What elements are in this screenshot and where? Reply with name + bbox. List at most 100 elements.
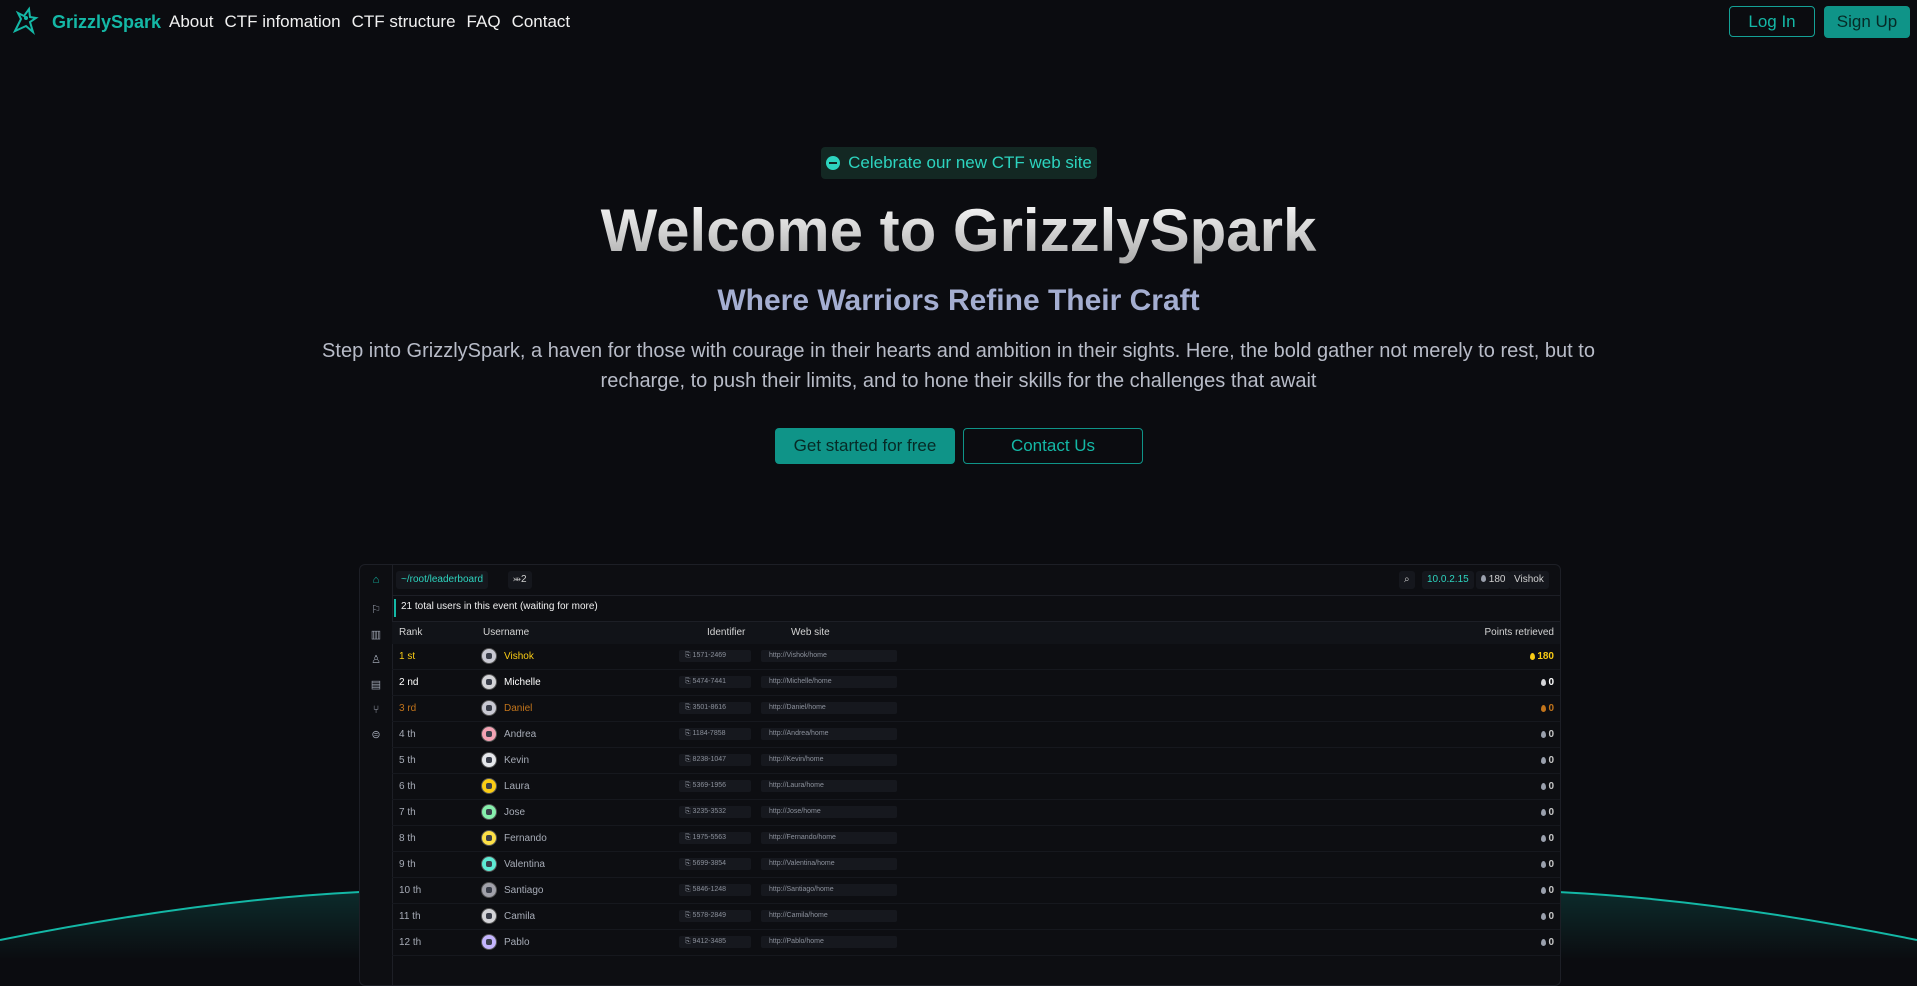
table-row[interactable]: 12 th Pablo ⎘ 9412-3485 http://Pablo/home 0	[392, 930, 1560, 956]
website-cell[interactable]: http://Camila/home	[761, 910, 897, 922]
table-row[interactable]: 4 th Andrea ⎘ 1184-7858 http://Andrea/home 0	[392, 722, 1560, 748]
col-identifier[interactable]: Identifier	[707, 627, 745, 638]
website-cell[interactable]: http://Laura/home	[761, 780, 897, 792]
get-started-button[interactable]: Get started for free	[775, 428, 955, 464]
rank-cell: 10 th	[399, 885, 422, 896]
grizzly-logo-icon[interactable]	[9, 5, 41, 37]
avatar[interactable]	[481, 882, 497, 898]
avatar[interactable]	[481, 674, 497, 690]
identifier-cell: ⎘ 3235-3532	[679, 806, 751, 818]
username-cell[interactable]: Andrea	[504, 729, 536, 740]
username-cell[interactable]: Michelle	[504, 677, 541, 688]
website-cell[interactable]: http://Michelle/home	[761, 676, 897, 688]
identifier-value: 3235-3532	[692, 808, 727, 815]
table-row[interactable]: 7 th Jose ⎘ 3235-3532 http://Jose/home 0	[392, 800, 1560, 826]
drop-icon	[1541, 913, 1547, 920]
table-row[interactable]: 11 th Camila ⎘ 5578-2849 http://Camila/home…	[392, 904, 1560, 930]
leaderboard-rows: 1 st Vishok ⎘ 1571-2469 http://Vishok/home 1…	[392, 644, 1560, 956]
website-cell[interactable]: http://Fernando/home	[761, 832, 897, 844]
identifier-value: 3501-8616	[692, 704, 727, 711]
table-row[interactable]: 1 st Vishok ⎘ 1571-2469 http://Vishok/home 1…	[392, 644, 1560, 670]
points-cell: 0	[1541, 781, 1554, 792]
nav-link-about[interactable]: About	[169, 12, 213, 32]
website-cell[interactable]: http://Valentina/home	[761, 858, 897, 870]
announcement-badge[interactable]: Celebrate our new CTF web site	[821, 147, 1097, 179]
rank-cell: 6 th	[399, 781, 416, 792]
identifier-value: 5846-1248	[692, 886, 727, 893]
signup-button[interactable]: Sign Up	[1824, 6, 1910, 38]
points-value: 0	[1548, 937, 1554, 948]
avatar[interactable]	[481, 830, 497, 846]
avatar[interactable]	[481, 648, 497, 664]
website-cell[interactable]: http://Daniel/home	[761, 702, 897, 714]
identifier-value: 5699-3854	[692, 860, 727, 867]
hero-title: Welcome to GrizzlySpark	[0, 196, 1917, 265]
website-cell[interactable]: http://Andrea/home	[761, 728, 897, 740]
username-cell[interactable]: Pablo	[504, 937, 530, 948]
website-cell[interactable]: http://Pablo/home	[761, 936, 897, 948]
col-username[interactable]: Username	[483, 627, 529, 638]
username-cell[interactable]: Kevin	[504, 755, 529, 766]
points-cell: 0	[1541, 703, 1554, 714]
avatar[interactable]	[481, 778, 497, 794]
nav-link-ctf-information[interactable]: CTF infomation	[224, 12, 340, 32]
table-row[interactable]: 9 th Valentina ⎘ 5699-3854 http://Valentina…	[392, 852, 1560, 878]
avatar[interactable]	[481, 856, 497, 872]
table-row[interactable]: 8 th Fernando ⎘ 1975-5563 http://Fernando/h…	[392, 826, 1560, 852]
home-icon[interactable]: ⌂	[368, 572, 384, 588]
gamepad-icon[interactable]: ⊜	[368, 727, 384, 743]
username-cell[interactable]: Laura	[504, 781, 530, 792]
table-row[interactable]: 5 th Kevin ⎘ 8238-1047 http://Kevin/home 0	[392, 748, 1560, 774]
contact-us-button[interactable]: Contact Us	[963, 428, 1143, 464]
avatar[interactable]	[481, 752, 497, 768]
git-icon[interactable]: ⑂	[368, 702, 384, 718]
user-chip[interactable]: Vishok	[1509, 571, 1549, 589]
rank-cell: 7 th	[399, 807, 416, 818]
avatar[interactable]	[481, 726, 497, 742]
hero-subtitle: Where Warriors Refine Their Craft	[717, 284, 1200, 317]
table-row[interactable]: 10 th Santiago ⎘ 5846-1248 http://Santiago/…	[392, 878, 1560, 904]
rank-cell: 2 nd	[399, 677, 419, 688]
col-website[interactable]: Web site	[791, 627, 830, 638]
building-icon[interactable]: ▤	[368, 677, 384, 693]
avatar[interactable]	[481, 804, 497, 820]
tab-count-chip[interactable]: ⤕2	[508, 571, 532, 589]
rank-cell: 1 st	[399, 651, 416, 662]
identifier-value: 1571-2469	[692, 652, 727, 659]
points-value: 180	[1488, 574, 1506, 585]
col-points[interactable]: Points retrieved	[1485, 627, 1554, 638]
brand-name[interactable]: GrizzlySpark	[52, 12, 161, 33]
username-cell[interactable]: Camila	[504, 911, 535, 922]
website-cell[interactable]: http://Kevin/home	[761, 754, 897, 766]
website-cell[interactable]: http://Santiago/home	[761, 884, 897, 896]
col-rank[interactable]: Rank	[399, 627, 422, 638]
website-cell[interactable]: http://Jose/home	[761, 806, 897, 818]
website-cell[interactable]: http://Vishok/home	[761, 650, 897, 662]
nav-link-faq[interactable]: FAQ	[467, 12, 501, 32]
username-cell[interactable]: Santiago	[504, 885, 543, 896]
username-cell[interactable]: Jose	[504, 807, 525, 818]
table-row[interactable]: 3 rd Daniel ⎘ 3501-8616 http://Daniel/home 0	[392, 696, 1560, 722]
username-cell[interactable]: Vishok	[504, 651, 534, 662]
points-cell: 0	[1541, 911, 1554, 922]
table-row[interactable]: 2 nd Michelle ⎘ 5474-7441 http://Michelle/h…	[392, 670, 1560, 696]
login-button[interactable]: Log In	[1729, 6, 1815, 37]
identifier-cell: ⎘ 1571-2469	[679, 650, 751, 662]
username-cell[interactable]: Valentina	[504, 859, 545, 870]
avatar[interactable]	[481, 700, 497, 716]
chat-icon[interactable]: ⌕	[1399, 571, 1415, 589]
rank-cell: 12 th	[399, 937, 422, 948]
avatar[interactable]	[481, 908, 497, 924]
table-row[interactable]: 6 th Laura ⎘ 5369-1956 http://Laura/home 0	[392, 774, 1560, 800]
flag-icon[interactable]: ⚐	[368, 602, 384, 618]
user-icon[interactable]: ♙	[368, 652, 384, 668]
points-cell: 180	[1530, 651, 1554, 662]
avatar[interactable]	[481, 934, 497, 950]
drop-icon	[1541, 705, 1547, 712]
nav-link-ctf-structure[interactable]: CTF structure	[352, 12, 456, 32]
username-cell[interactable]: Daniel	[504, 703, 532, 714]
chart-icon[interactable]: ▥	[368, 627, 384, 643]
username-cell[interactable]: Fernando	[504, 833, 547, 844]
path-breadcrumb[interactable]: ~/root/leaderboard	[396, 571, 489, 589]
nav-link-contact[interactable]: Contact	[512, 12, 571, 32]
